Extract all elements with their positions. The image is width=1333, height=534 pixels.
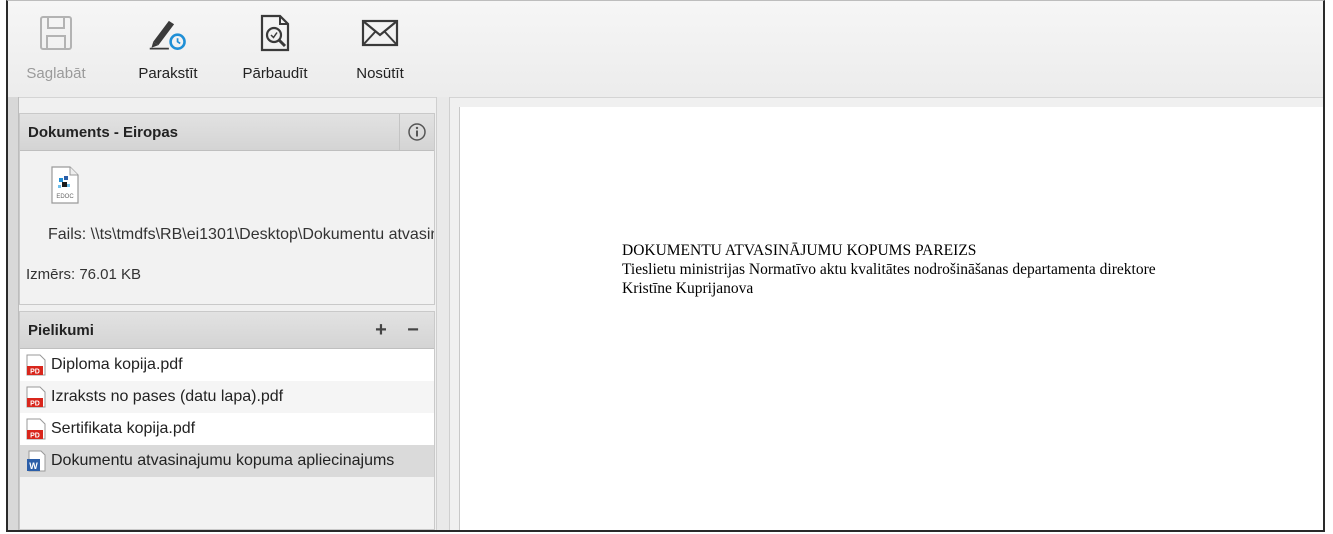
pdf-file-icon: PD: [26, 386, 46, 408]
save-label: Saglabāt: [26, 65, 86, 82]
document-line: Tieslietu ministrijas Normatīvo aktu kva…: [622, 261, 1156, 278]
document-line: Kristīne Kuprijanova: [622, 280, 754, 297]
attachment-name: Dokumentu atvasinajumu kopuma apliecinaj…: [51, 452, 395, 469]
send-label: Nosūtīt: [356, 65, 404, 82]
attachments-section: Pielikumi + − PD Diploma kopija.pdf PD I…: [19, 311, 435, 530]
svg-text:PD: PD: [30, 401, 40, 408]
svg-text:W: W: [29, 461, 38, 471]
pdf-file-icon: PD: [26, 354, 46, 376]
edoc-label: EDOC: [56, 194, 74, 200]
send-button[interactable]: Nosūtīt: [346, 7, 414, 89]
panel-splitter[interactable]: [436, 97, 450, 530]
left-panel: Dokuments - Eiropas EDOC Fails: \\ts\tmd…: [19, 105, 435, 530]
attachment-name: Sertifikata kopija.pdf: [51, 420, 196, 437]
document-content: DOKUMENTU ATVASINĀJUMU KOPUMS PAREIZS Ti…: [622, 241, 1156, 298]
list-item[interactable]: PD Diploma kopija.pdf: [20, 349, 434, 381]
add-attachment-button[interactable]: +: [366, 312, 396, 348]
document-check-icon: [255, 13, 295, 53]
document-viewer: DOKUMENTU ATVASINĀJUMU KOPUMS PAREIZS Ti…: [459, 107, 1323, 530]
info-icon: [408, 123, 426, 141]
file-path: Fails: \\ts\tmdfs\RB\ei1301\Desktop\Doku…: [48, 226, 434, 243]
attachments-list: PD Diploma kopija.pdf PD Izraksts no pas…: [20, 349, 434, 477]
sign-label: Parakstīt: [138, 65, 198, 82]
left-edge-strip: [8, 97, 19, 530]
svg-text:PD: PD: [30, 433, 40, 440]
document-heading: DOKUMENTU ATVASINĀJUMU KOPUMS PAREIZS: [622, 242, 977, 259]
pdf-file-icon: PD: [26, 418, 46, 440]
app-window: Saglabāt Parakstīt Pārbaudīt Nosūtīt Dok…: [6, 0, 1325, 532]
remove-attachment-button[interactable]: −: [398, 312, 428, 348]
list-item[interactable]: W Dokumentu atvasinajumu kopuma apliecin…: [20, 445, 434, 477]
toolbar: Saglabāt Parakstīt Pārbaudīt Nosūtīt: [8, 1, 1323, 98]
pen-sign-icon: [148, 13, 188, 53]
document-section-title: Dokuments - Eiropas: [28, 124, 179, 141]
floppy-disk-icon: [36, 13, 76, 53]
edoc-file-icon: EDOC: [50, 166, 80, 204]
document-section-header: Dokuments - Eiropas: [20, 114, 434, 151]
word-file-icon: W: [27, 450, 46, 472]
save-button[interactable]: Saglabāt: [24, 7, 88, 89]
attachments-section-header: Pielikumi + −: [20, 312, 434, 349]
envelope-icon: [360, 13, 400, 53]
verify-button[interactable]: Pārbaudīt: [238, 7, 312, 89]
attachment-name: Izraksts no pases (datu lapa).pdf: [51, 388, 284, 405]
svg-text:PD: PD: [30, 369, 40, 376]
file-size: Izmērs: 76.01 KB: [26, 266, 142, 283]
verify-label: Pārbaudīt: [242, 65, 308, 82]
list-item[interactable]: PD Sertifikata kopija.pdf: [20, 413, 434, 445]
attachments-section-title: Pielikumi: [28, 322, 94, 339]
info-button[interactable]: [399, 114, 434, 150]
document-section: Dokuments - Eiropas EDOC Fails: \\ts\tmd…: [19, 113, 435, 305]
sign-button[interactable]: Parakstīt: [130, 7, 206, 89]
attachment-name: Diploma kopija.pdf: [51, 356, 183, 373]
list-item[interactable]: PD Izraksts no pases (datu lapa).pdf: [20, 381, 434, 413]
